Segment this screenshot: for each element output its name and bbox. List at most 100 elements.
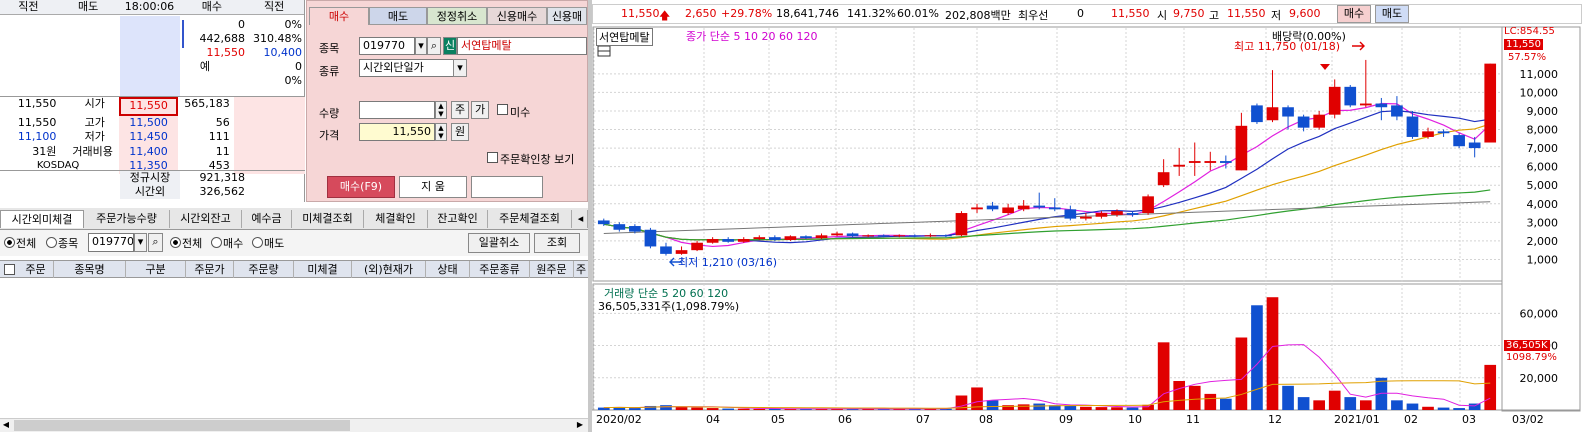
code-input[interactable]: 019770 bbox=[359, 37, 415, 55]
qty-possible-button[interactable]: 가 bbox=[471, 101, 489, 119]
clear-button[interactable]: 지 움 bbox=[399, 176, 467, 198]
volume-bar bbox=[1437, 407, 1450, 410]
ticker-open: 9,750 bbox=[1173, 7, 1205, 20]
filter-code-input[interactable]: 019770 bbox=[88, 233, 134, 252]
column-header[interactable]: 주문가 bbox=[186, 261, 234, 278]
radio-sell-label: 매도 bbox=[264, 237, 285, 250]
ticker-amount: 202,808백만 bbox=[945, 9, 1011, 22]
scroll-thumb[interactable] bbox=[14, 420, 350, 431]
x-tick-label: 11 bbox=[1186, 413, 1200, 426]
scroll-right-icon[interactable]: ▶ bbox=[574, 420, 586, 431]
qty-share-button[interactable]: 주 bbox=[451, 101, 469, 119]
scroll-left-icon[interactable]: ◀ bbox=[0, 420, 12, 431]
confirm-checkbox[interactable] bbox=[487, 152, 498, 163]
horizontal-scrollbar[interactable]: ◀ ▶ bbox=[0, 418, 588, 432]
code-dropdown-icon[interactable]: ▾ bbox=[415, 37, 427, 55]
candle-body bbox=[1095, 213, 1108, 217]
ticker-pct2: 60.01% bbox=[897, 7, 939, 20]
volume-bar bbox=[1359, 400, 1372, 410]
candle-body bbox=[1220, 161, 1232, 163]
column-header[interactable]: 미체결 bbox=[294, 261, 352, 278]
tab-credit-sell[interactable]: 신용매 bbox=[547, 7, 587, 25]
select-all-checkbox[interactable] bbox=[4, 264, 15, 275]
tab-scroll-left-icon[interactable]: ◂ bbox=[574, 210, 588, 228]
order-type-select[interactable]: 시간외단일가 bbox=[359, 59, 455, 77]
misu-checkbox[interactable] bbox=[497, 104, 508, 115]
column-header[interactable]: 구분 bbox=[126, 261, 186, 278]
price-tick-label: 10,000 bbox=[1520, 86, 1559, 99]
candle-body bbox=[1142, 196, 1154, 214]
volume-bar bbox=[1157, 342, 1170, 410]
column-header[interactable]: 주문 bbox=[18, 261, 54, 278]
candle-body bbox=[691, 242, 703, 251]
radio-sell[interactable] bbox=[252, 237, 263, 248]
buy-button[interactable]: 매수(F9) bbox=[327, 176, 395, 198]
volume-bar bbox=[1017, 404, 1030, 410]
candle-body bbox=[660, 246, 672, 254]
bottom-tabs: 시간외미체결 주문가능수량 시간외잔고 예수금 미체결조회 체결확인 잔고확인 … bbox=[0, 208, 588, 230]
stock-name-field: 서연탑메탈 bbox=[457, 37, 587, 55]
low-annotation: 최저 1,210 (03/16) bbox=[678, 256, 778, 269]
ticker-sell-button[interactable]: 매도 bbox=[1375, 5, 1409, 23]
bid-value: 11,550 bbox=[206, 46, 246, 59]
column-header[interactable]: 주문종류 bbox=[470, 261, 530, 278]
qty-stepper[interactable]: ▲ ▼ bbox=[435, 101, 447, 119]
column-header[interactable]: 주 bbox=[574, 261, 588, 278]
radio-stock[interactable] bbox=[46, 237, 57, 248]
candle-body bbox=[1453, 135, 1465, 147]
radio-buy[interactable] bbox=[211, 237, 222, 248]
ticker-buy-button[interactable]: 매수 bbox=[1337, 5, 1371, 23]
radio-all-label: 전체 bbox=[16, 237, 37, 250]
tab-deposit[interactable]: 예수금 bbox=[242, 210, 292, 228]
qty-input[interactable] bbox=[359, 101, 435, 119]
radio-all[interactable] bbox=[4, 237, 15, 248]
price-stepper[interactable]: ▲ ▼ bbox=[435, 123, 447, 141]
radio-side-all[interactable] bbox=[170, 237, 181, 248]
column-header[interactable]: 원주문 bbox=[530, 261, 574, 278]
tab-buy[interactable]: 매수 bbox=[309, 7, 369, 25]
volume-bar bbox=[691, 407, 703, 410]
column-header[interactable]: 주문량 bbox=[234, 261, 294, 278]
volume-bar bbox=[1282, 385, 1294, 410]
tab-order-fill-query[interactable]: 주문체결조회 bbox=[488, 210, 572, 228]
candle-body bbox=[1017, 205, 1030, 210]
cancel-all-button[interactable]: 일괄취소 bbox=[468, 233, 530, 253]
tab-orderable-qty[interactable]: 주문가능수량 bbox=[84, 210, 170, 228]
chevron-down-icon[interactable]: ▾ bbox=[453, 59, 467, 77]
row-mid: 11,450 bbox=[118, 130, 179, 145]
vol-last-tag: 36,505K bbox=[1504, 340, 1550, 351]
tab-afterhours-balance[interactable]: 시간외잔고 bbox=[170, 210, 242, 228]
tab-fill-check[interactable]: 체결확인 bbox=[364, 210, 428, 228]
filter-dropdown-icon[interactable]: ▾ bbox=[134, 233, 147, 252]
tab-balance-check[interactable]: 잔고확인 bbox=[428, 210, 488, 228]
search-icon[interactable]: ⌕ bbox=[427, 37, 441, 55]
ticker-vol-pct: 141.32% bbox=[847, 7, 896, 20]
price-tick-label: 5,000 bbox=[1527, 179, 1559, 192]
candle-body bbox=[1048, 207, 1061, 210]
stock-chart[interactable]: 1,000 2,000 3,000 4,000 5,000 6,000 7,000 8,000… bbox=[592, 26, 1582, 432]
price-input[interactable]: 11,550 bbox=[359, 123, 435, 141]
chart-svg[interactable]: 1,000 2,000 3,000 4,000 5,000 6,000 7,000 8,000… bbox=[592, 26, 1582, 432]
column-header[interactable]: (외)현재가 bbox=[352, 261, 426, 278]
last-pct-label: 57.57% bbox=[1508, 52, 1547, 63]
candle-body bbox=[1375, 103, 1388, 108]
column-header[interactable]: 상태 bbox=[426, 261, 470, 278]
quote-panel: 직전 매도 18:00:06 매수 직전 0 0% 442,688 310.48% … bbox=[0, 0, 305, 202]
quote-header-cell: 직전 bbox=[0, 0, 57, 15]
column-header[interactable]: 종목명 bbox=[54, 261, 126, 278]
bid-value: 예 bbox=[199, 60, 210, 73]
tab-unfilled-query[interactable]: 미체결조회 bbox=[292, 210, 364, 228]
tab-credit-buy[interactable]: 신용매수 bbox=[487, 7, 547, 25]
query-button[interactable]: 조회 bbox=[534, 233, 580, 253]
tab-modify-cancel[interactable]: 정정취소 bbox=[427, 7, 487, 25]
volume-bar bbox=[1453, 408, 1465, 410]
price-unit: 원 bbox=[451, 123, 469, 141]
order-list bbox=[0, 278, 588, 418]
vol-pct-label: 1098.79% bbox=[1506, 352, 1557, 363]
filter-search-icon[interactable]: ⌕ bbox=[148, 233, 163, 252]
tab-sell[interactable]: 매도 bbox=[369, 7, 427, 25]
tab-afterhours-unfilled[interactable]: 시간외미체결 bbox=[0, 210, 84, 228]
x-tick-label: 10 bbox=[1128, 413, 1142, 426]
candle-body bbox=[1188, 161, 1201, 163]
candle-body bbox=[1033, 205, 1046, 208]
